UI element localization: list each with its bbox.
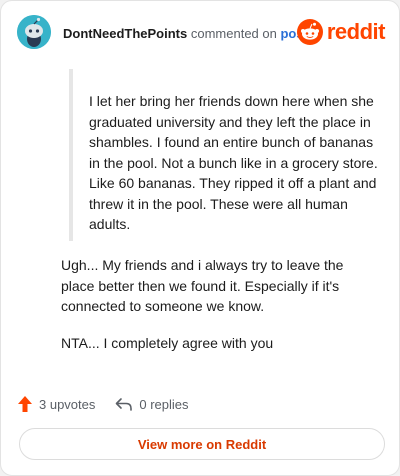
embedded-comment-card: DontNeedThePoints commented on post redd… [0, 0, 400, 476]
comment-paragraph: Ugh... My friends and i always try to le… [61, 257, 344, 314]
upvote-button[interactable]: 3 upvotes [17, 395, 95, 413]
snoo-avatar-icon[interactable] [17, 15, 51, 49]
quoted-text-block: I let her bring her friends down here wh… [69, 69, 385, 241]
reddit-logo-icon [296, 19, 323, 45]
comment-byline: DontNeedThePoints commented on post [63, 26, 308, 41]
comment-actions: 3 upvotes 0 replies [17, 393, 189, 415]
reply-arrow-icon [116, 398, 133, 411]
comment-paragraph: NTA... I completely agree with you [61, 334, 274, 351]
reddit-brand[interactable]: reddit [296, 18, 386, 46]
upvote-arrow-icon [18, 396, 32, 412]
comment-body: Ugh... My friends and i always try to le… [61, 255, 379, 369]
reply-button[interactable]: 0 replies [115, 396, 189, 412]
comment-header: DontNeedThePoints commented on post redd… [17, 15, 386, 51]
reddit-wordmark: reddit [326, 19, 386, 44]
byline-action-text: commented on [190, 26, 277, 41]
reply-count: 0 replies [139, 396, 189, 412]
upvote-count: 3 upvotes [39, 396, 96, 412]
username-link[interactable]: DontNeedThePoints [63, 26, 187, 41]
view-more-on-reddit-button[interactable]: View more on Reddit [19, 428, 385, 460]
quoted-text: I let her bring her friends down here wh… [89, 93, 378, 232]
